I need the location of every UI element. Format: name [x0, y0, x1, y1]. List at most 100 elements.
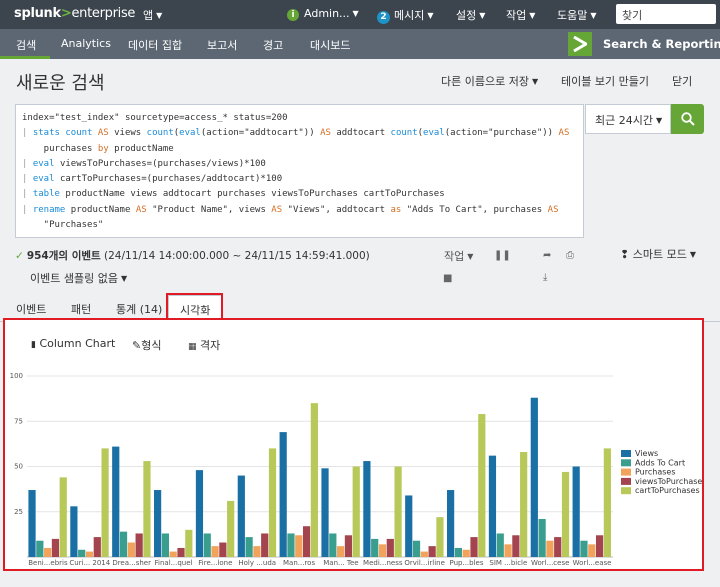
bar-viewstopurchases[interactable] [554, 537, 562, 557]
legend-label[interactable]: cartToPurchases [635, 486, 700, 495]
bar-views[interactable] [28, 490, 36, 557]
bar-purchases[interactable] [378, 544, 387, 557]
bar-purchases[interactable] [211, 546, 219, 557]
bar-viewstopurchases[interactable] [261, 533, 269, 557]
search-button[interactable] [671, 104, 704, 134]
bar-views[interactable] [279, 432, 287, 557]
legend-label[interactable]: Adds To Cart [635, 458, 685, 467]
legend-label[interactable]: viewsToPurchases [635, 477, 702, 486]
bar-views[interactable] [112, 446, 120, 557]
bar-carttopurchases[interactable] [185, 529, 193, 557]
bar-adds-to-cart[interactable] [203, 533, 211, 557]
bar-purchases[interactable] [169, 551, 177, 557]
tab-patterns[interactable]: 패턴 [71, 301, 91, 317]
bar-viewstopurchases[interactable] [344, 535, 353, 557]
legend-label[interactable]: Views [635, 449, 658, 458]
export-icon[interactable]: ⤓ [543, 272, 547, 283]
bar-views[interactable] [237, 475, 245, 557]
pause-icon[interactable]: ❚❚ [494, 250, 511, 261]
bar-carttopurchases[interactable] [436, 517, 444, 557]
activity-menu[interactable]: 작업 ▼ [506, 7, 535, 23]
bar-carttopurchases[interactable] [352, 466, 360, 558]
bar-adds-to-cart[interactable] [454, 547, 462, 557]
bar-views[interactable] [447, 490, 455, 557]
bar-purchases[interactable] [253, 546, 261, 557]
messages-menu[interactable]: 2 메시지 ▼ [377, 7, 434, 24]
create-table-view-button[interactable]: 테이블 보기 만들기 [561, 73, 649, 89]
bar-adds-to-cart[interactable] [161, 533, 169, 557]
bar-carttopurchases[interactable] [520, 452, 528, 557]
bar-viewstopurchases[interactable] [51, 538, 60, 557]
bar-adds-to-cart[interactable] [119, 531, 128, 557]
bar-views[interactable] [530, 397, 538, 557]
bar-carttopurchases[interactable] [59, 477, 67, 557]
bar-views[interactable] [488, 455, 497, 557]
bar-carttopurchases[interactable] [394, 466, 402, 558]
search-query-editor[interactable]: index="test_index" sourcetype=access_* s… [15, 104, 584, 238]
job-menu[interactable]: 작업 ▼ [444, 248, 473, 264]
save-as-menu[interactable]: 다른 이름으로 저장 ▼ [441, 73, 538, 89]
close-button[interactable]: 닫기 [672, 73, 692, 89]
bar-adds-to-cart[interactable] [36, 540, 44, 557]
bar-carttopurchases[interactable] [310, 403, 318, 557]
bar-viewstopurchases[interactable] [595, 535, 604, 557]
bar-views[interactable] [405, 495, 413, 557]
share-icon[interactable]: ➦ [543, 250, 551, 261]
bar-viewstopurchases[interactable] [512, 535, 520, 557]
bar-viewstopurchases[interactable] [386, 538, 394, 557]
bar-carttopurchases[interactable] [101, 448, 109, 557]
bar-adds-to-cart[interactable] [329, 533, 337, 557]
bar-adds-to-cart[interactable] [580, 540, 588, 557]
bar-adds-to-cart[interactable] [245, 537, 253, 557]
bar-viewstopurchases[interactable] [302, 526, 311, 557]
bar-adds-to-cart[interactable] [538, 518, 546, 557]
bar-views[interactable] [572, 466, 580, 558]
legend-label[interactable]: Purchases [635, 468, 676, 477]
search-mode-menu[interactable]: ❢ 스마트 모드 ▼ [620, 246, 696, 262]
bar-viewstopurchases[interactable] [135, 533, 143, 557]
bar-views[interactable] [70, 506, 78, 557]
nav-alerts[interactable]: 경고 [263, 37, 283, 53]
bar-viewstopurchases[interactable] [428, 546, 436, 557]
stop-icon[interactable]: ■ [443, 273, 452, 284]
bar-carttopurchases[interactable] [561, 471, 570, 557]
bar-adds-to-cart[interactable] [78, 549, 86, 557]
print-icon[interactable]: ⎙ [566, 250, 574, 261]
bar-purchases[interactable] [85, 551, 94, 557]
bar-views[interactable] [321, 468, 329, 557]
bar-viewstopurchases[interactable] [177, 547, 185, 557]
nav-analytics[interactable]: Analytics [61, 37, 111, 50]
bar-purchases[interactable] [546, 540, 554, 557]
bar-purchases[interactable] [127, 542, 135, 557]
bar-purchases[interactable] [295, 535, 303, 557]
nav-reports[interactable]: 보고서 [207, 37, 237, 53]
sampling-menu[interactable]: 이벤트 샘플링 없음 ▼ [30, 270, 127, 286]
find-input[interactable]: 찾기 [616, 4, 716, 24]
bar-viewstopurchases[interactable] [93, 537, 101, 557]
bar-purchases[interactable] [462, 549, 470, 557]
bar-purchases[interactable] [504, 544, 512, 557]
bar-carttopurchases[interactable] [227, 500, 235, 557]
help-menu[interactable]: 도움말 ▼ [557, 7, 597, 23]
time-range-picker[interactable]: 최근 24시간 ▼ [585, 104, 671, 134]
tab-events[interactable]: 이벤트 [16, 301, 46, 317]
bar-views[interactable] [363, 461, 371, 557]
splunk-logo[interactable]: splunk>enterprise [14, 6, 135, 21]
admin-menu[interactable]: i Admin... ▼ [287, 7, 359, 21]
bar-adds-to-cart[interactable] [412, 540, 421, 557]
bar-adds-to-cart[interactable] [287, 533, 295, 557]
app-menu[interactable]: 앱 ▼ [143, 7, 162, 23]
bar-purchases[interactable] [588, 544, 596, 557]
bar-viewstopurchases[interactable] [470, 537, 478, 557]
bar-viewstopurchases[interactable] [219, 542, 227, 557]
settings-menu[interactable]: 설정 ▼ [456, 7, 485, 23]
nav-search[interactable]: 검색 [16, 37, 36, 53]
bar-views[interactable] [154, 490, 162, 557]
bar-carttopurchases[interactable] [603, 448, 611, 557]
bar-carttopurchases[interactable] [143, 461, 151, 557]
bar-adds-to-cart[interactable] [496, 533, 504, 557]
bar-purchases[interactable] [337, 546, 345, 557]
tab-statistics[interactable]: 통계 (14) [116, 301, 162, 317]
bar-views[interactable] [195, 470, 204, 557]
bar-adds-to-cart[interactable] [371, 538, 379, 557]
